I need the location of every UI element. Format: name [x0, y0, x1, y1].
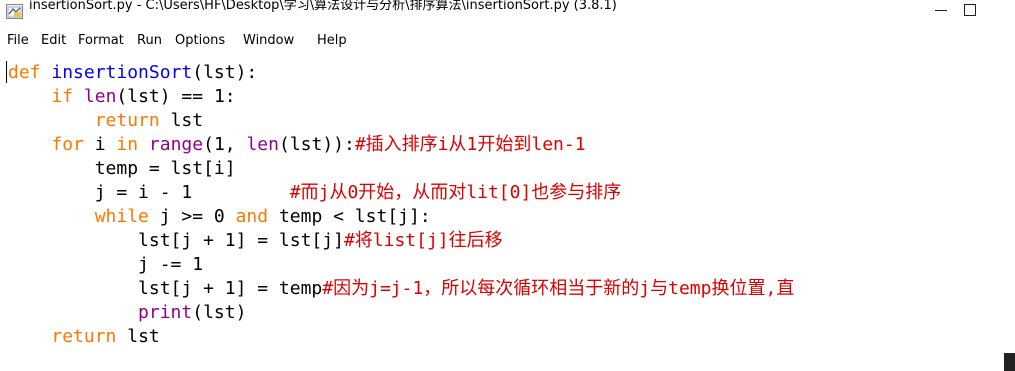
menu-run[interactable]: Run	[137, 32, 162, 50]
menu-file[interactable]: File	[7, 32, 29, 50]
code-text: j = i - 1	[8, 182, 290, 203]
code-line: if len(lst) == 1:	[8, 85, 236, 109]
code-line: return lst	[8, 109, 203, 133]
code-text: (lst)):	[278, 134, 355, 155]
code-text: (lst):	[192, 62, 258, 83]
code-editor[interactable]: def insertionSort(lst): if len(lst) == 1…	[0, 57, 1015, 371]
code-comment: #而j从0开始，从而对lit[0]也参与排序	[289, 182, 622, 203]
code-line: lst[j + 1] = lst[j]#将list[j]往后移	[8, 229, 503, 253]
python-idle-icon	[6, 4, 23, 19]
text-cursor	[6, 61, 7, 83]
code-text: (lst)	[192, 302, 247, 323]
code-comment: #因为j=j-1，所以每次循环相当于新的j与temp换位置,直	[322, 278, 795, 299]
code-text: lst[j + 1] = lst[j]	[8, 230, 344, 251]
menu-options[interactable]: Options	[175, 32, 225, 50]
code-line: j = i - 1 #而j从0开始，从而对lit[0]也参与排序	[8, 181, 622, 205]
menu-window[interactable]: Window	[243, 32, 294, 50]
code-builtin: print	[138, 302, 193, 323]
menu-help[interactable]: Help	[317, 32, 347, 50]
code-text: i	[83, 134, 117, 155]
code-keyword: in	[116, 134, 139, 155]
code-text: temp < lst[j]:	[268, 206, 431, 227]
code-line: for i in range(1, len(lst)):#插入排序i从1开始到l…	[8, 133, 586, 157]
code-keyword: if	[51, 86, 74, 107]
maximize-button[interactable]	[962, 0, 1008, 22]
code-function-name: insertionSort	[51, 62, 193, 83]
code-line: return lst	[8, 325, 160, 349]
code-keyword: return	[94, 110, 160, 131]
code-text: (lst) == 1:	[116, 86, 236, 107]
code-keyword: for	[51, 134, 84, 155]
code-line: temp = lst[i]	[8, 157, 236, 181]
code-keyword: def	[8, 62, 41, 83]
menu-format[interactable]: Format	[78, 32, 124, 50]
code-builtin: range	[148, 134, 204, 155]
title-bar: insertionSort.py - C:\Users\HF\Desktop\学…	[0, 0, 1015, 26]
code-text: lst	[116, 326, 160, 347]
code-comment: #将list[j]往后移	[343, 230, 503, 251]
window-title: insertionSort.py - C:\Users\HF\Desktop\学…	[29, 0, 617, 13]
code-text: j -= 1	[8, 254, 204, 275]
code-line: def insertionSort(lst):	[8, 61, 257, 85]
code-line: print(lst)	[8, 301, 246, 325]
menu-edit[interactable]: Edit	[41, 32, 66, 50]
code-keyword: while	[94, 206, 149, 227]
resize-grip[interactable]	[1004, 353, 1015, 371]
code-line: while j >= 0 and temp < lst[j]:	[8, 205, 431, 229]
code-text: lst	[159, 110, 204, 131]
code-text: j >= 0	[148, 206, 236, 227]
code-text: (1,	[203, 134, 247, 155]
code-keyword: return	[51, 326, 117, 347]
code-line: lst[j + 1] = temp#因为j=j-1，所以每次循环相当于新的j与t…	[8, 277, 794, 301]
code-text: temp = lst[i]	[8, 158, 236, 179]
code-builtin: len	[83, 86, 117, 107]
code-builtin: len	[246, 134, 279, 155]
code-line: j -= 1	[8, 253, 203, 277]
minimize-button[interactable]	[918, 0, 964, 22]
code-comment: #插入排序i从1开始到len-1	[354, 134, 586, 155]
code-text: lst[j + 1] = temp	[8, 278, 323, 299]
code-keyword: and	[235, 206, 269, 227]
menu-bar: File Edit Format Run Options Window Help	[0, 29, 1015, 53]
